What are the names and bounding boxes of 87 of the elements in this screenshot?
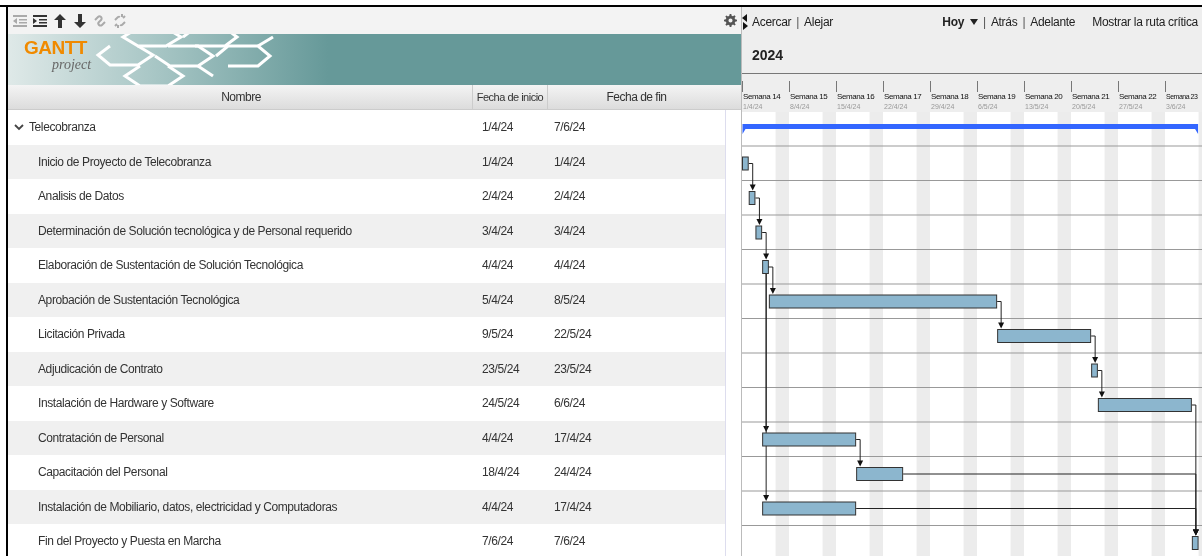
task-name[interactable]: Inicio de Proyecto de Telecobranza <box>38 152 211 171</box>
end-date: 17/4/24 <box>554 429 592 447</box>
week-label: Semana 20 <box>1024 92 1063 102</box>
separator: | <box>983 14 986 31</box>
task-bar[interactable] <box>997 329 1092 343</box>
task-name[interactable]: Adjudicación de Contrato <box>38 359 163 378</box>
start-date: 7/6/24 <box>482 533 513 551</box>
task-name[interactable]: Instalación de Hardware y Software <box>38 394 214 413</box>
end-date: 17/4/24 <box>554 498 592 516</box>
start-date: 1/4/24 <box>482 119 513 137</box>
column-header[interactable]: Fecha de inicio <box>472 85 547 109</box>
down-arrow-icon[interactable] <box>72 12 88 29</box>
end-date: 3/4/24 <box>554 222 585 240</box>
week-label: Semana 16 <box>836 92 875 102</box>
logo-tagline: project <box>52 58 92 72</box>
separator: | <box>796 14 800 31</box>
task-name[interactable]: Fin del Proyecto y Puesta en Marcha <box>38 532 221 551</box>
toolbar-link[interactable]: Atrás <box>990 13 1018 31</box>
year-label: 2024 <box>752 45 784 65</box>
start-date: 23/5/24 <box>482 360 520 378</box>
start-date: 18/4/24 <box>482 464 520 482</box>
toolbar-link[interactable]: Alejar <box>804 13 833 31</box>
end-date: 2/4/24 <box>554 188 585 206</box>
caret-down-icon[interactable] <box>970 19 979 25</box>
start-date: 3/4/24 <box>482 222 513 240</box>
task-name[interactable]: Aprobación de Sustentación Tecnológica <box>38 290 240 309</box>
end-date: 1/4/24 <box>554 153 585 171</box>
start-date: 4/4/24 <box>482 429 513 447</box>
start-date: 4/4/24 <box>482 498 513 516</box>
task-name[interactable]: Analisis de Datos <box>38 187 124 206</box>
task-name[interactable]: Determinación de Solución tecnológica y de Personal requerido <box>38 221 352 240</box>
chevron-down-icon[interactable] <box>14 122 24 133</box>
task-bar[interactable] <box>1191 536 1199 550</box>
task-bar[interactable] <box>762 260 769 274</box>
end-date: 24/4/24 <box>554 464 592 482</box>
summary-bar[interactable] <box>742 124 1199 134</box>
task-name[interactable]: Elaboración de Sustentación de Solución Tecnológica <box>38 256 303 275</box>
week-label: Semana 15 <box>789 92 828 102</box>
end-date: 6/6/24 <box>554 395 585 413</box>
task-name[interactable]: Contratación de Personal <box>38 428 164 447</box>
start-date: 2/4/24 <box>482 188 513 206</box>
critical-path-button[interactable]: Mostrar la ruta crítica <box>1092 13 1198 31</box>
end-date: 7/6/24 <box>554 119 585 137</box>
up-arrow-icon[interactable] <box>52 12 68 29</box>
start-date: 1/4/24 <box>482 153 513 171</box>
start-date: 9/5/24 <box>482 326 513 344</box>
task-bar[interactable] <box>755 225 763 240</box>
week-label: Semana 22 <box>1118 92 1157 102</box>
task-name[interactable]: Telecobranza <box>29 118 96 137</box>
week-label: Semana 21 <box>1071 92 1110 102</box>
dependency-arrow <box>754 197 763 225</box>
settings-icon[interactable] <box>724 14 737 27</box>
week-label: Semana 14 <box>742 92 781 102</box>
dependency-arrow <box>855 439 864 467</box>
task-name[interactable]: Capacitación del Personal <box>38 463 168 482</box>
start-date: 4/4/24 <box>482 257 513 275</box>
task-bar[interactable] <box>1097 398 1192 412</box>
start-date: 24/5/24 <box>482 395 520 413</box>
column-header[interactable]: Nombre <box>10 85 472 109</box>
week-label: Semana 17 <box>883 92 922 102</box>
end-date: 8/5/24 <box>554 291 585 309</box>
task-bar[interactable] <box>1091 363 1098 378</box>
indent-icon[interactable] <box>32 12 48 29</box>
dependency-arrow <box>996 301 1005 329</box>
dependency-arrow <box>1090 335 1099 363</box>
task-bar[interactable] <box>856 467 904 481</box>
end-date: 23/5/24 <box>554 360 592 378</box>
end-date: 7/6/24 <box>554 533 585 551</box>
week-label: Semana 18 <box>930 92 969 102</box>
start-date: 5/4/24 <box>482 291 513 309</box>
end-date: 4/4/24 <box>554 257 585 275</box>
task-bar[interactable] <box>748 191 756 205</box>
dependency-arrow <box>1097 370 1105 398</box>
end-date: 22/5/24 <box>554 326 592 344</box>
splitter-arrows-icon[interactable] <box>742 14 748 30</box>
task-name[interactable]: Instalación de Mobiliario, datos, electricidad y Computadoras <box>38 497 338 516</box>
logo-title: GANTT <box>24 38 87 58</box>
task-name[interactable]: Licitación Privada <box>38 325 125 344</box>
dependency-arrow <box>748 163 756 191</box>
week-label: Semana 19 <box>977 92 1016 102</box>
separator: | <box>1022 14 1026 31</box>
dependency-arrow <box>761 232 770 260</box>
today-dropdown[interactable]: Hoy <box>942 13 979 31</box>
toolbar-link[interactable]: Acercar <box>752 13 792 31</box>
task-bar[interactable] <box>742 156 749 171</box>
column-header[interactable]: Fecha de fin <box>547 85 725 109</box>
toolbar-link[interactable]: Adelante <box>1030 13 1076 31</box>
